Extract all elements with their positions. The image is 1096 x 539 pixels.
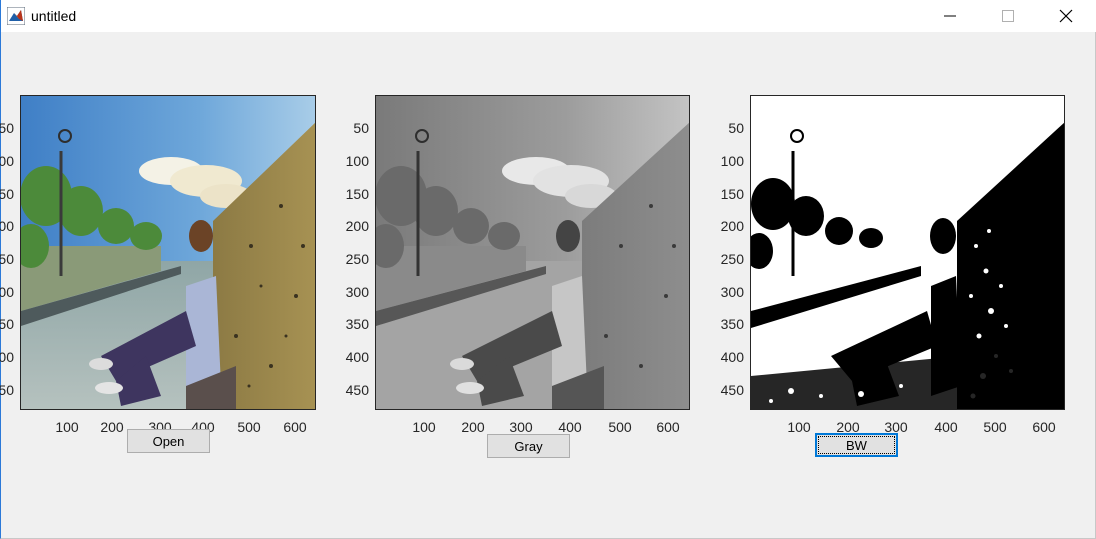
- ytick-label: 150: [0, 186, 14, 202]
- ytick-label: 50: [353, 120, 369, 136]
- maximize-button[interactable]: [979, 0, 1037, 32]
- ytick-label: 100: [0, 153, 14, 169]
- ytick-label: 450: [0, 382, 14, 398]
- ytick-label: 150: [720, 186, 744, 202]
- close-button[interactable]: [1037, 0, 1095, 32]
- open-button[interactable]: Open: [127, 429, 210, 453]
- xtick-label: 100: [412, 419, 436, 435]
- title-bar: untitled: [1, 0, 1096, 32]
- minimize-icon: [944, 10, 956, 22]
- ytick-label: 200: [720, 218, 744, 234]
- ytick-label: 300: [720, 284, 744, 300]
- maximize-icon: [1002, 10, 1014, 22]
- ytick-label: 450: [720, 382, 744, 398]
- ytick-label: 150: [345, 186, 369, 202]
- image-gray: [375, 95, 690, 410]
- ytick-label: 450: [345, 382, 369, 398]
- xtick-label: 600: [1032, 419, 1056, 435]
- minimize-button[interactable]: [921, 0, 979, 32]
- xtick-label: 200: [100, 419, 124, 435]
- gray-button[interactable]: Gray: [487, 434, 570, 458]
- xtick-label: 500: [608, 419, 632, 435]
- bw-button[interactable]: BW: [815, 433, 898, 457]
- xtick-label: 600: [656, 419, 680, 435]
- ytick-label: 350: [720, 316, 744, 332]
- ytick-label: 300: [0, 284, 14, 300]
- close-icon: [1059, 9, 1073, 23]
- ytick-label: 400: [720, 349, 744, 365]
- ytick-label: 400: [345, 349, 369, 365]
- figure-window: untitled 50 00 50 00 50 00 50 00 50 100 …: [0, 0, 1096, 539]
- ytick-label: 100: [720, 153, 744, 169]
- xtick-label: 400: [558, 419, 582, 435]
- image-original: [20, 95, 316, 410]
- window-title: untitled: [31, 8, 77, 24]
- ytick-label: 100: [345, 153, 369, 169]
- xtick-label: 100: [787, 419, 811, 435]
- xtick-label: 200: [461, 419, 485, 435]
- xtick-label: 500: [983, 419, 1007, 435]
- image-bw: [750, 95, 1065, 410]
- ytick-label: 200: [0, 218, 14, 234]
- matlab-icon: [6, 6, 26, 26]
- ytick-label: 250: [345, 251, 369, 267]
- xtick-label: 100: [55, 419, 79, 435]
- ytick-label: 50: [728, 120, 744, 136]
- xtick-label: 500: [237, 419, 261, 435]
- ytick-label: 200: [345, 218, 369, 234]
- ytick-label: 250: [720, 251, 744, 267]
- ytick-label: 250: [0, 251, 14, 267]
- ytick-label: 50: [0, 120, 14, 136]
- xtick-label: 300: [509, 419, 533, 435]
- ytick-label: 350: [0, 316, 14, 332]
- xtick-label: 600: [283, 419, 307, 435]
- ytick-label: 400: [0, 349, 14, 365]
- ytick-label: 350: [345, 316, 369, 332]
- xtick-label: 400: [934, 419, 958, 435]
- ytick-label: 300: [345, 284, 369, 300]
